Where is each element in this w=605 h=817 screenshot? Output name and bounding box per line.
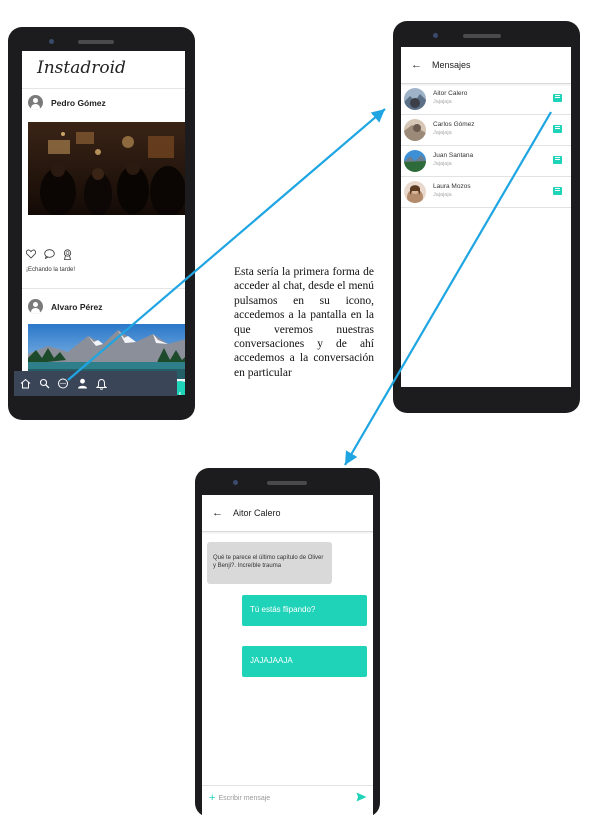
- arrow-messages-to-chat: [344, 111, 552, 466]
- arrow-chat-to-messages: [67, 108, 386, 381]
- flow-arrows: [67, 108, 552, 466]
